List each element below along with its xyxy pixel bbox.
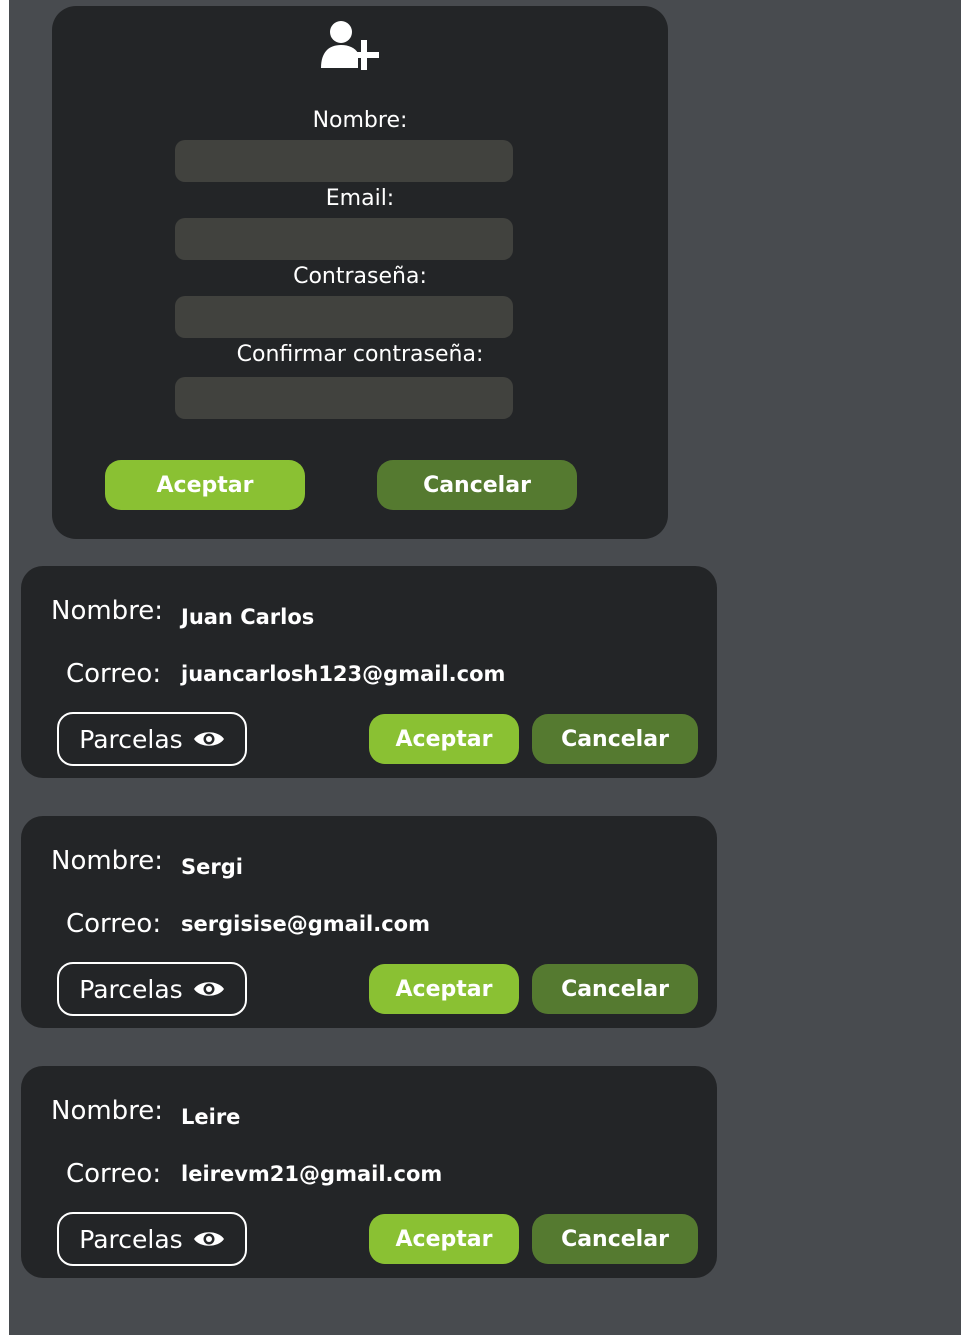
user-name-label: Nombre: — [51, 846, 164, 876]
user-cancel-button[interactable]: Cancelar — [532, 964, 698, 1014]
confirm-password-label: Confirmar contraseña: — [236, 342, 484, 367]
password-input[interactable] — [175, 296, 513, 338]
form-accept-button[interactable]: Aceptar — [105, 460, 305, 510]
user-card: Nombre: Leire Correo: leirevm21@gmail.co… — [21, 1066, 717, 1278]
confirm-password-input[interactable] — [175, 377, 513, 419]
user-cancel-button[interactable]: Cancelar — [532, 1214, 698, 1264]
email-label: Email: — [325, 186, 395, 211]
user-email-label: Correo: — [66, 659, 162, 689]
add-user-icon — [321, 21, 379, 70]
parcelas-label: Parcelas — [79, 974, 183, 1004]
user-email-value: sergisise@gmail.com — [181, 912, 430, 936]
parcelas-button[interactable]: Parcelas — [57, 962, 247, 1016]
user-name-label: Nombre: — [51, 596, 164, 626]
app-background: Nombre: Email: Contraseña: Confirmar con… — [9, 0, 961, 1335]
user-accept-button[interactable]: Aceptar — [369, 714, 519, 764]
user-card: Nombre: Juan Carlos Correo: juancarlosh1… — [21, 566, 717, 778]
parcelas-button[interactable]: Parcelas — [57, 712, 247, 766]
eye-icon — [193, 982, 224, 996]
parcelas-label: Parcelas — [79, 724, 183, 754]
user-email-label: Correo: — [66, 1159, 162, 1189]
eye-icon — [193, 732, 224, 746]
user-email-value: leirevm21@gmail.com — [181, 1162, 443, 1186]
user-name-label: Nombre: — [51, 1096, 164, 1126]
eye-icon — [193, 1232, 224, 1246]
new-user-form: Nombre: Email: Contraseña: Confirmar con… — [52, 6, 668, 539]
user-email-value: juancarlosh123@gmail.com — [181, 662, 506, 686]
password-label: Contraseña: — [293, 264, 427, 289]
user-cancel-button[interactable]: Cancelar — [532, 714, 698, 764]
user-name-value: Sergi — [181, 855, 243, 879]
user-accept-button[interactable]: Aceptar — [369, 1214, 519, 1264]
user-card: Nombre: Sergi Correo: sergisise@gmail.co… — [21, 816, 717, 1028]
parcelas-label: Parcelas — [79, 1224, 183, 1254]
form-cancel-button[interactable]: Cancelar — [377, 460, 577, 510]
user-name-value: Juan Carlos — [181, 605, 315, 629]
name-input[interactable] — [175, 140, 513, 182]
parcelas-button[interactable]: Parcelas — [57, 1212, 247, 1266]
user-email-label: Correo: — [66, 909, 162, 939]
user-accept-button[interactable]: Aceptar — [369, 964, 519, 1014]
user-name-value: Leire — [181, 1105, 241, 1129]
email-input[interactable] — [175, 218, 513, 260]
name-label: Nombre: — [312, 108, 408, 133]
